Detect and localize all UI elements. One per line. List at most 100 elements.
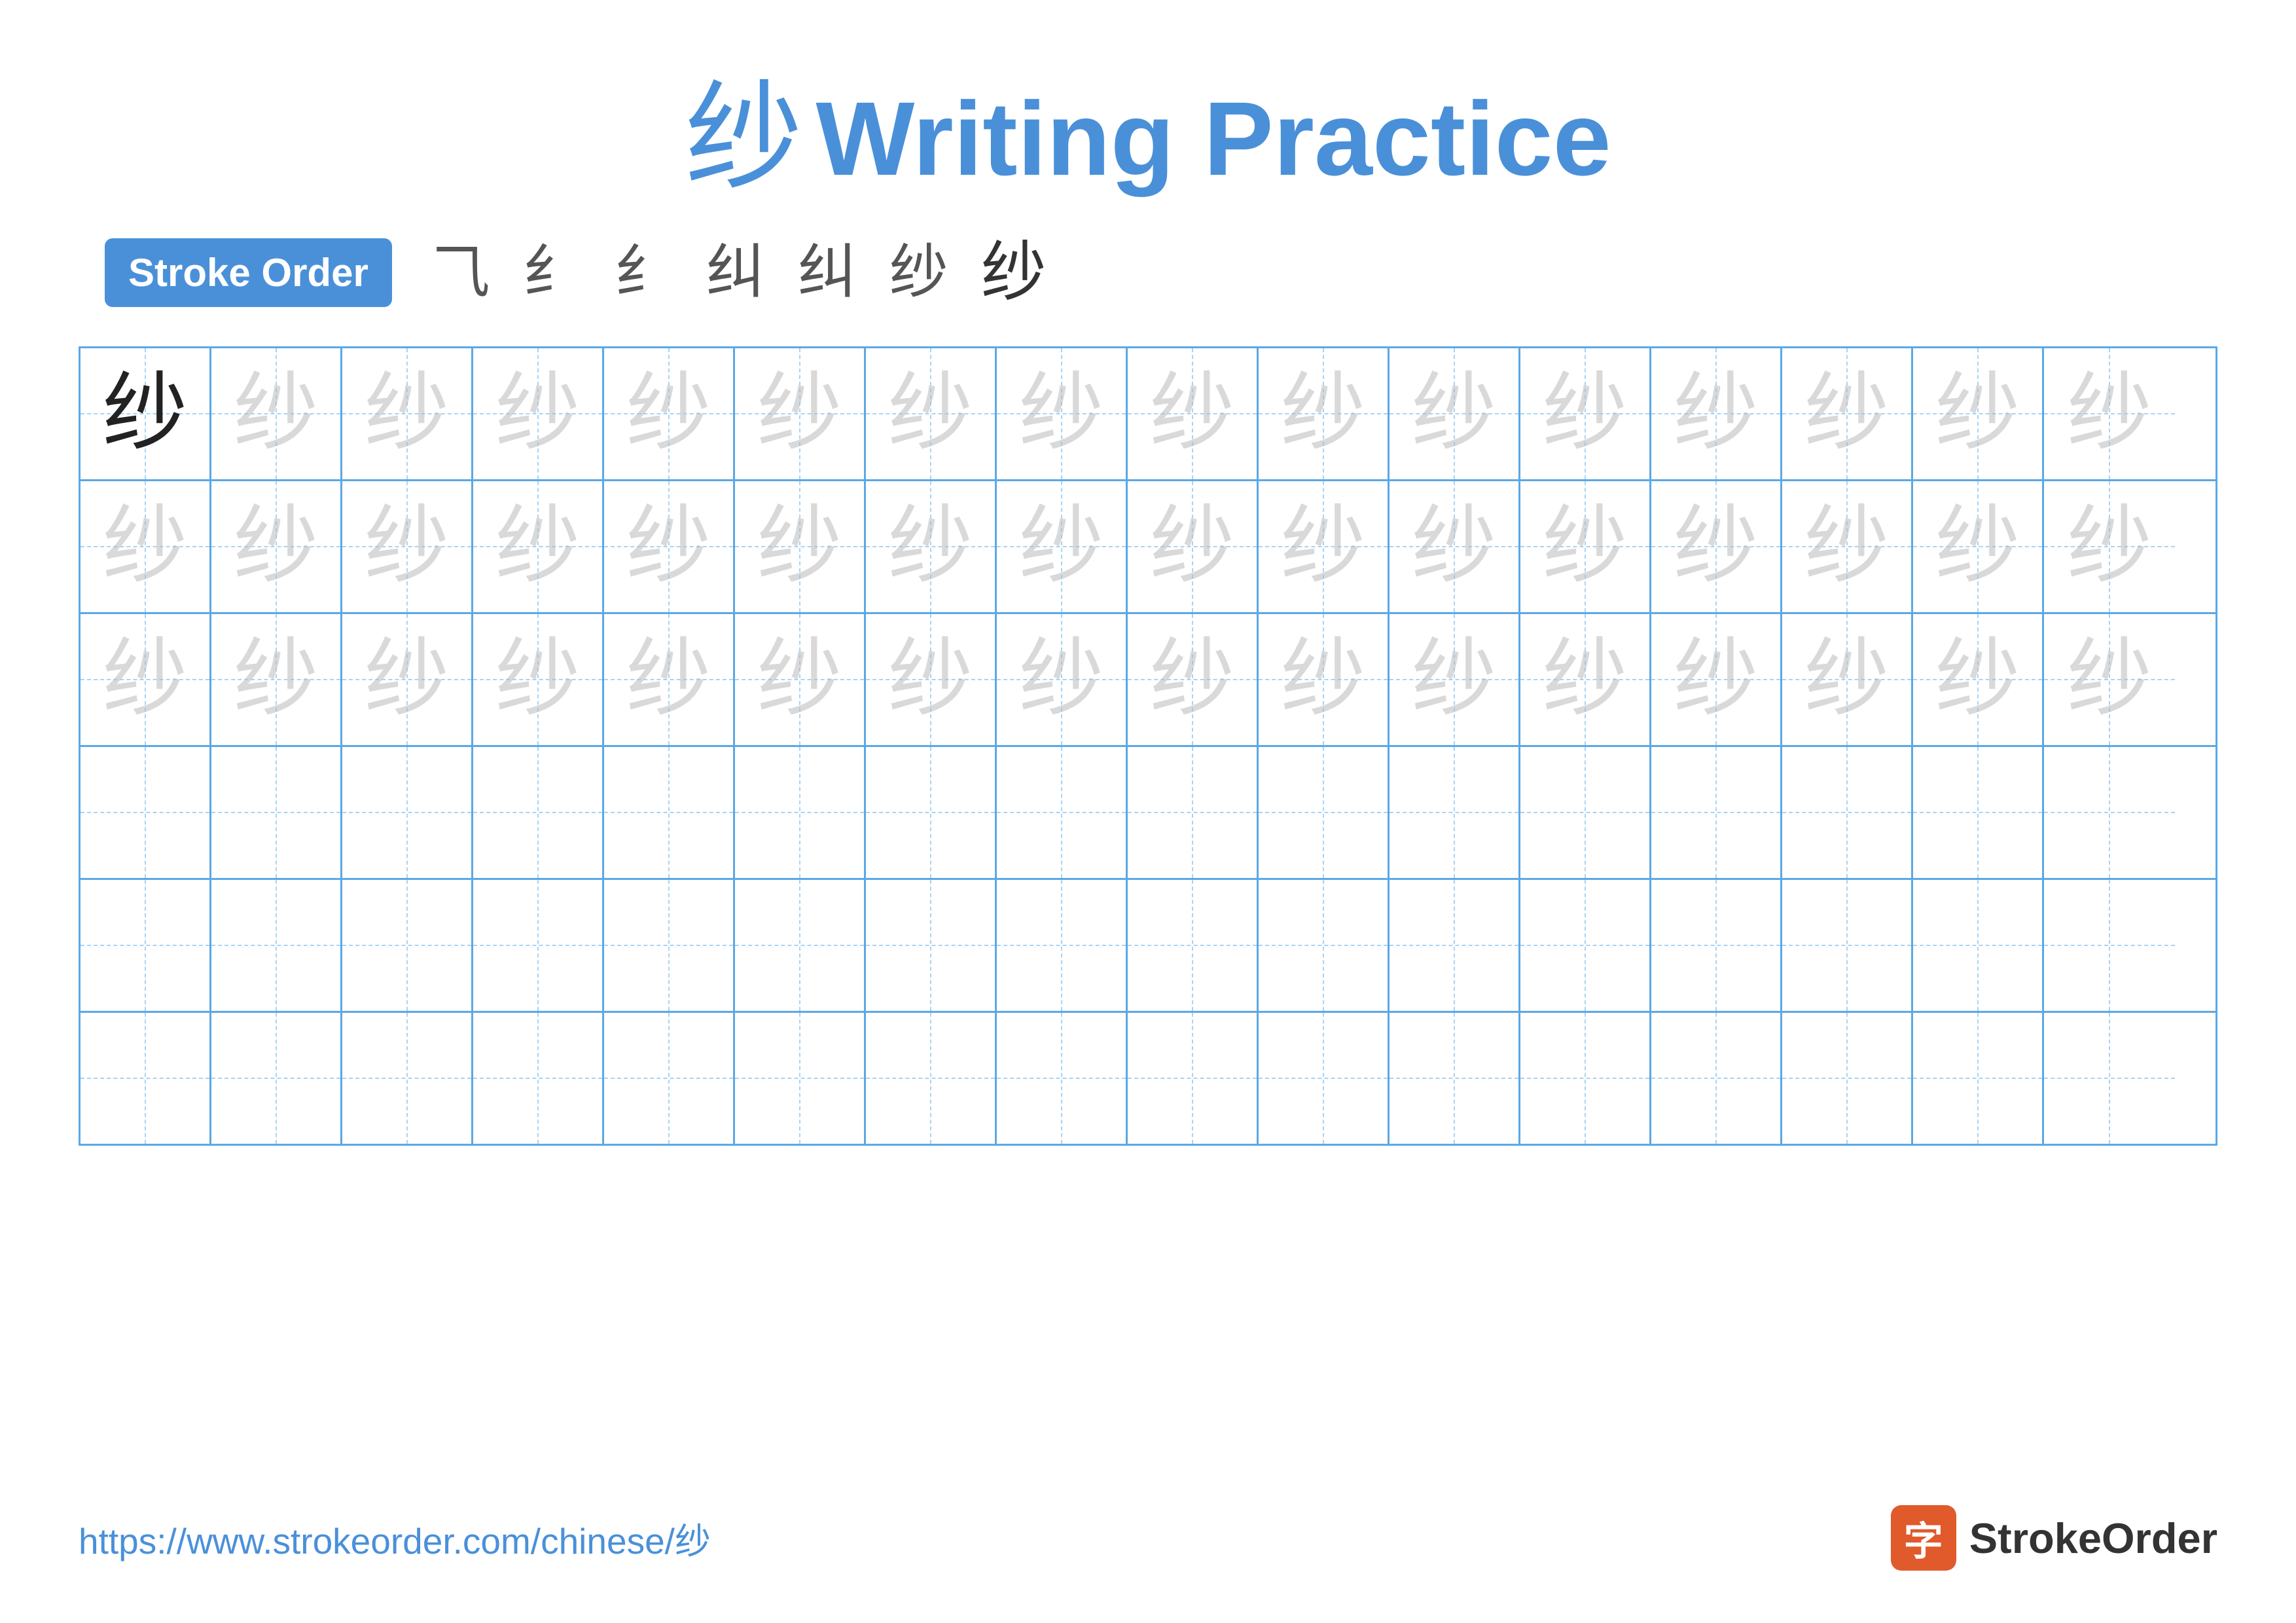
grid-cell-r5-c8[interactable]: [997, 880, 1128, 1011]
grid-cell-r4-c16[interactable]: [2044, 747, 2175, 878]
grid-cell-r2-c5[interactable]: 纱: [604, 481, 735, 612]
grid-cell-r6-c9[interactable]: [1128, 1013, 1259, 1144]
grid-cell-r2-c13[interactable]: 纱: [1651, 481, 1782, 612]
grid-cell-r5-c12[interactable]: [1520, 880, 1651, 1011]
grid-cell-r4-c5[interactable]: [604, 747, 735, 878]
grid-cell-r5-c14[interactable]: [1782, 880, 1913, 1011]
grid-cell-r6-c15[interactable]: [1913, 1013, 2044, 1144]
grid-cell-r3-c10[interactable]: 纱: [1259, 614, 1390, 745]
grid-cell-r5-c9[interactable]: [1128, 880, 1259, 1011]
footer-url[interactable]: https://www.strokeorder.com/chinese/纱: [79, 1512, 711, 1564]
grid-cell-r3-c9[interactable]: 纱: [1128, 614, 1259, 745]
grid-cell-r1-c2[interactable]: 纱: [211, 348, 342, 479]
stroke-step-5: 纠: [798, 244, 857, 302]
grid-cell-r6-c1[interactable]: [81, 1013, 211, 1144]
grid-cell-r1-c13[interactable]: 纱: [1651, 348, 1782, 479]
grid-cell-r1-c7[interactable]: 纱: [866, 348, 997, 479]
grid-cell-r2-c4[interactable]: 纱: [473, 481, 604, 612]
grid-cell-r4-c13[interactable]: [1651, 747, 1782, 878]
grid-cell-r5-c6[interactable]: [735, 880, 866, 1011]
grid-cell-r4-c4[interactable]: [473, 747, 604, 878]
grid-cell-r6-c2[interactable]: [211, 1013, 342, 1144]
grid-cell-r3-c7[interactable]: 纱: [866, 614, 997, 745]
grid-cell-r2-c2[interactable]: 纱: [211, 481, 342, 612]
grid-cell-r2-c7[interactable]: 纱: [866, 481, 997, 612]
grid-cell-r5-c3[interactable]: [342, 880, 473, 1011]
grid-cell-r3-c6[interactable]: 纱: [735, 614, 866, 745]
grid-cell-r2-c16[interactable]: 纱: [2044, 481, 2175, 612]
grid-cell-r5-c5[interactable]: [604, 880, 735, 1011]
grid-cell-r2-c9[interactable]: 纱: [1128, 481, 1259, 612]
grid-cell-r4-c14[interactable]: [1782, 747, 1913, 878]
grid-cell-r6-c7[interactable]: [866, 1013, 997, 1144]
grid-cell-r6-c13[interactable]: [1651, 1013, 1782, 1144]
grid-cell-r4-c11[interactable]: [1390, 747, 1520, 878]
title-text: Writing Practice: [816, 79, 1611, 199]
grid-cell-r6-c14[interactable]: [1782, 1013, 1913, 1144]
grid-cell-r1-c11[interactable]: 纱: [1390, 348, 1520, 479]
grid-cell-r4-c1[interactable]: [81, 747, 211, 878]
grid-cell-r1-c10[interactable]: 纱: [1259, 348, 1390, 479]
grid-cell-r2-c15[interactable]: 纱: [1913, 481, 2044, 612]
grid-cell-r1-c16[interactable]: 纱: [2044, 348, 2175, 479]
grid-cell-r6-c10[interactable]: [1259, 1013, 1390, 1144]
grid-cell-r1-c12[interactable]: 纱: [1520, 348, 1651, 479]
grid-cell-r6-c6[interactable]: [735, 1013, 866, 1144]
grid-cell-r3-c12[interactable]: 纱: [1520, 614, 1651, 745]
grid-cell-r2-c11[interactable]: 纱: [1390, 481, 1520, 612]
grid-cell-r1-c9[interactable]: 纱: [1128, 348, 1259, 479]
grid-cell-r4-c8[interactable]: [997, 747, 1128, 878]
grid-cell-r1-c5[interactable]: 纱: [604, 348, 735, 479]
grid-cell-r3-c3[interactable]: 纱: [342, 614, 473, 745]
title-area: 纱 Writing Practice: [685, 79, 1611, 199]
grid-cell-r1-c6[interactable]: 纱: [735, 348, 866, 479]
grid-cell-r5-c4[interactable]: [473, 880, 604, 1011]
grid-cell-r6-c16[interactable]: [2044, 1013, 2175, 1144]
grid-cell-r1-c4[interactable]: 纱: [473, 348, 604, 479]
grid-cell-r2-c1[interactable]: 纱: [81, 481, 211, 612]
grid-cell-r6-c3[interactable]: [342, 1013, 473, 1144]
grid-cell-r6-c12[interactable]: [1520, 1013, 1651, 1144]
grid-cell-r1-c8[interactable]: 纱: [997, 348, 1128, 479]
grid-cell-r5-c15[interactable]: [1913, 880, 2044, 1011]
grid-cell-r6-c4[interactable]: [473, 1013, 604, 1144]
grid-cell-r4-c3[interactable]: [342, 747, 473, 878]
grid-cell-r6-c11[interactable]: [1390, 1013, 1520, 1144]
grid-cell-r3-c2[interactable]: 纱: [211, 614, 342, 745]
grid-cell-r3-c1[interactable]: 纱: [81, 614, 211, 745]
grid-cell-r4-c12[interactable]: [1520, 747, 1651, 878]
grid-cell-r3-c8[interactable]: 纱: [997, 614, 1128, 745]
grid-cell-r5-c11[interactable]: [1390, 880, 1520, 1011]
grid-cell-r4-c15[interactable]: [1913, 747, 2044, 878]
grid-cell-r1-c3[interactable]: 纱: [342, 348, 473, 479]
grid-cell-r5-c2[interactable]: [211, 880, 342, 1011]
grid-cell-r6-c5[interactable]: [604, 1013, 735, 1144]
grid-cell-r1-c15[interactable]: 纱: [1913, 348, 2044, 479]
grid-cell-r4-c9[interactable]: [1128, 747, 1259, 878]
grid-cell-r2-c12[interactable]: 纱: [1520, 481, 1651, 612]
grid-cell-r5-c16[interactable]: [2044, 880, 2175, 1011]
grid-cell-r4-c7[interactable]: [866, 747, 997, 878]
grid-cell-r1-c14[interactable]: 纱: [1782, 348, 1913, 479]
grid-cell-r2-c8[interactable]: 纱: [997, 481, 1128, 612]
grid-cell-r4-c6[interactable]: [735, 747, 866, 878]
grid-cell-r3-c4[interactable]: 纱: [473, 614, 604, 745]
grid-cell-r5-c7[interactable]: [866, 880, 997, 1011]
grid-cell-r4-c2[interactable]: [211, 747, 342, 878]
grid-cell-r2-c14[interactable]: 纱: [1782, 481, 1913, 612]
grid-cell-r3-c16[interactable]: 纱: [2044, 614, 2175, 745]
grid-cell-r3-c13[interactable]: 纱: [1651, 614, 1782, 745]
grid-cell-r3-c5[interactable]: 纱: [604, 614, 735, 745]
grid-cell-r3-c11[interactable]: 纱: [1390, 614, 1520, 745]
grid-cell-r4-c10[interactable]: [1259, 747, 1390, 878]
grid-cell-r2-c3[interactable]: 纱: [342, 481, 473, 612]
grid-cell-r6-c8[interactable]: [997, 1013, 1128, 1144]
grid-cell-r2-c10[interactable]: 纱: [1259, 481, 1390, 612]
grid-cell-r1-c1[interactable]: 纱: [81, 348, 211, 479]
grid-cell-r5-c10[interactable]: [1259, 880, 1390, 1011]
grid-cell-r2-c6[interactable]: 纱: [735, 481, 866, 612]
grid-cell-r5-c1[interactable]: [81, 880, 211, 1011]
grid-cell-r5-c13[interactable]: [1651, 880, 1782, 1011]
grid-cell-r3-c14[interactable]: 纱: [1782, 614, 1913, 745]
grid-cell-r3-c15[interactable]: 纱: [1913, 614, 2044, 745]
